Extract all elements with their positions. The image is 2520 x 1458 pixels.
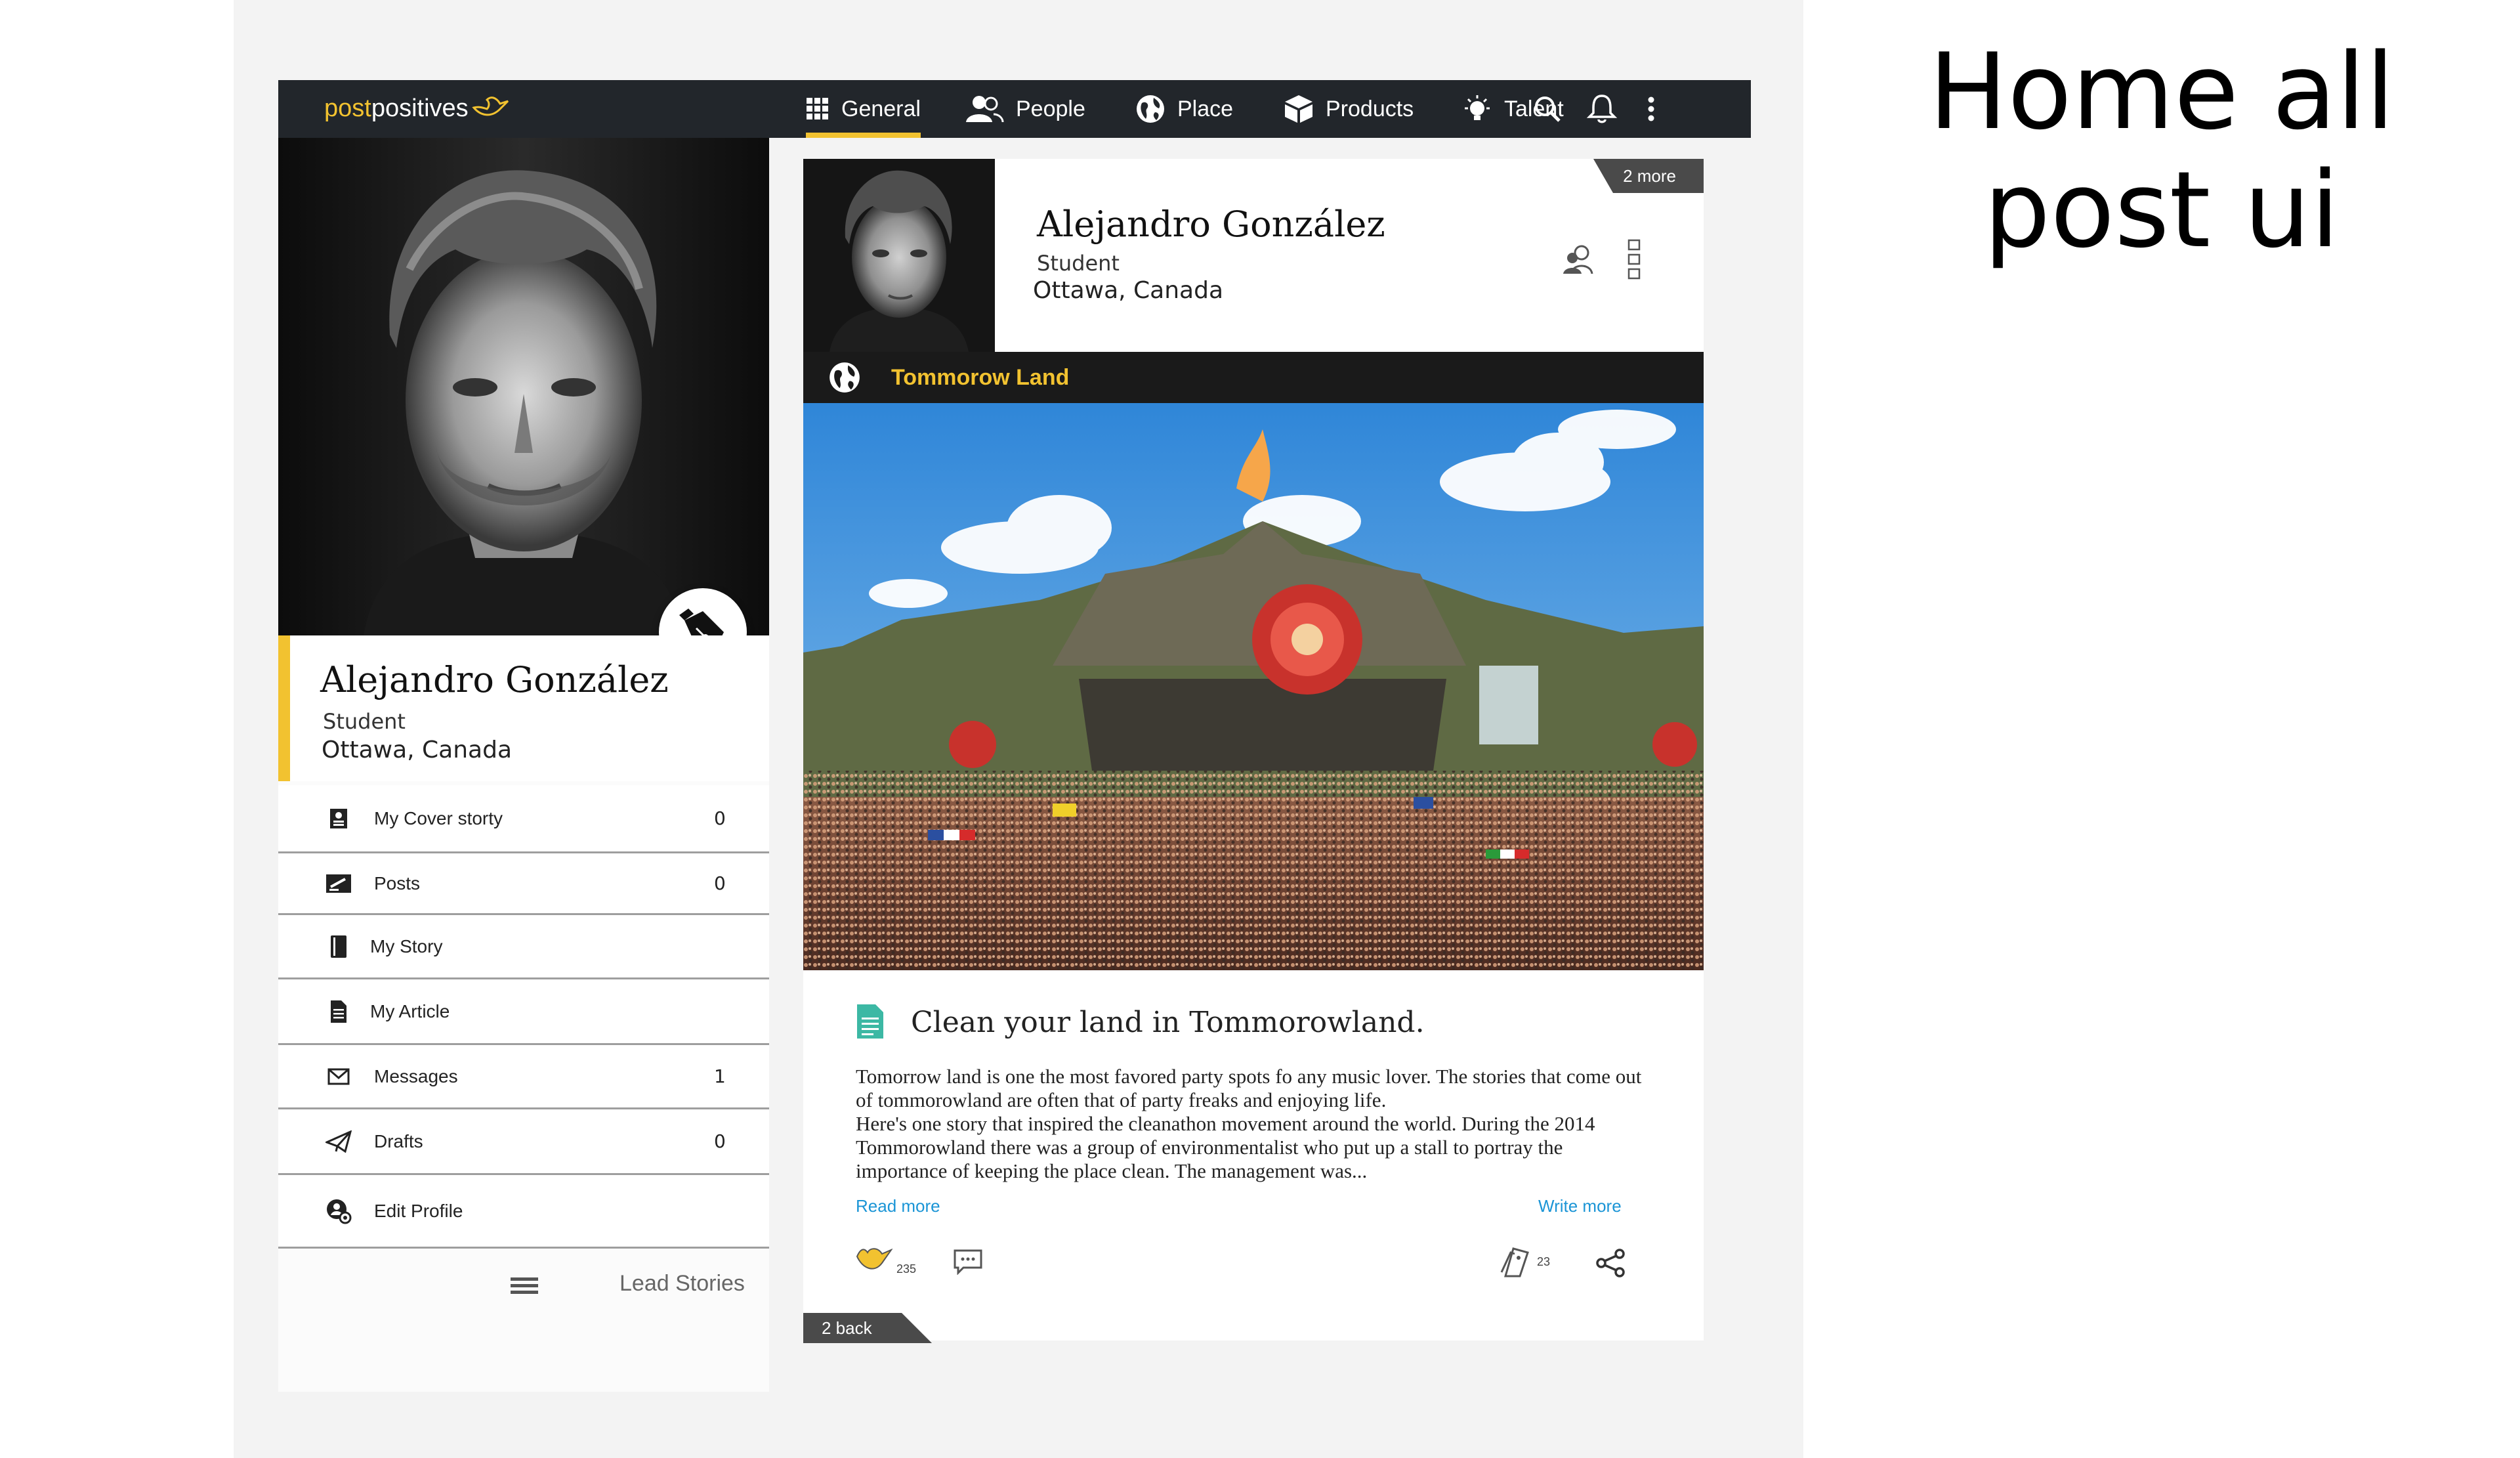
- globe-icon: [1135, 94, 1166, 124]
- box-icon: [1284, 94, 1314, 124]
- nav-tab-label: Products: [1326, 96, 1414, 121]
- read-more-link[interactable]: Read more: [856, 1196, 940, 1216]
- portrait-image: [278, 138, 769, 635]
- profile-cover-photo: [278, 138, 769, 635]
- author-avatar[interactable]: [803, 159, 995, 352]
- article-icon: [856, 1003, 885, 1042]
- nav-tab-label: Place: [1177, 96, 1234, 121]
- nav-tab-products[interactable]: Products: [1284, 80, 1414, 138]
- logo-text-part2: positives: [371, 94, 469, 122]
- nav-tab-label: People: [1016, 96, 1085, 121]
- menu-item-count: 1: [714, 1065, 726, 1087]
- post-actions-bar: 235 23: [803, 1235, 1704, 1288]
- author-location: Ottawa, Canada: [1033, 277, 1224, 304]
- book-icon: [326, 933, 352, 960]
- author-role: Student: [1037, 251, 1120, 276]
- more-posts-tag[interactable]: 2 more: [1593, 159, 1704, 193]
- top-navigation-bar: post positives General People Place Produ…: [278, 80, 1751, 138]
- menu-item-label: Posts: [374, 872, 421, 893]
- app-logo[interactable]: post positives: [324, 93, 511, 123]
- accent-bar: [278, 635, 290, 781]
- document-icon: [326, 998, 352, 1025]
- lead-stories-button[interactable]: Lead Stories: [278, 1260, 769, 1313]
- repost-icon: [1500, 1247, 1529, 1277]
- lightbulb-icon: [1462, 94, 1492, 124]
- follow-user-icon[interactable]: [1562, 244, 1597, 275]
- nav-tab-place[interactable]: Place: [1135, 80, 1233, 138]
- repost-count: 23: [1537, 1254, 1551, 1268]
- menu-item-label: Edit Profile: [374, 1200, 463, 1221]
- nav-tab-general[interactable]: General: [806, 80, 921, 138]
- profile-role: Student: [323, 709, 406, 734]
- globe-icon: [828, 361, 861, 397]
- write-more-link[interactable]: Write more: [1538, 1196, 1622, 1216]
- profile-location: Ottawa, Canada: [322, 737, 513, 763]
- post-body: Tomorrow land is one the most favored pa…: [856, 1065, 1642, 1182]
- nav-tab-label: General: [841, 96, 921, 121]
- author-portrait-image: [803, 159, 995, 352]
- people-icon: [965, 95, 1004, 123]
- options-icon[interactable]: [1628, 239, 1641, 280]
- profile-sidebar: Alejandro González Student Ottawa, Canad…: [278, 138, 769, 1392]
- menu-item-label: My Story: [370, 935, 443, 956]
- menu-item-label: Drafts: [374, 1130, 423, 1151]
- like-button[interactable]: 235: [856, 1245, 916, 1276]
- post-hero-image[interactable]: [803, 403, 1704, 970]
- repost-button[interactable]: 23: [1499, 1246, 1550, 1277]
- search-icon[interactable]: [1533, 95, 1562, 123]
- menu-item-count: 0: [714, 807, 726, 829]
- menu-item-label: My Cover storty: [374, 807, 503, 828]
- festival-stage-image: [803, 403, 1704, 970]
- menu-item-cover-story[interactable]: My Cover storty 0: [278, 785, 769, 853]
- menu-item-label: Messages: [374, 1065, 458, 1086]
- menu-item-count: 0: [714, 872, 726, 894]
- post-card: Alejandro González Student Ottawa, Canad…: [803, 159, 1704, 1343]
- menu-item-messages[interactable]: Messages 1: [278, 1045, 769, 1109]
- back-posts-tag[interactable]: 2 back: [803, 1313, 932, 1343]
- posts-icon: [326, 870, 352, 897]
- post-title[interactable]: Clean your land in Tommorowland.: [911, 1006, 1425, 1039]
- menu-item-posts[interactable]: Posts 0: [278, 853, 769, 915]
- dove-like-icon: [856, 1248, 892, 1270]
- profile-menu: My Cover storty 0 Posts 0 My Story My Ar…: [278, 785, 769, 1249]
- more-vertical-icon[interactable]: [1647, 96, 1655, 122]
- cover-story-icon: [326, 805, 352, 832]
- hamburger-icon: [511, 1277, 538, 1297]
- menu-item-drafts[interactable]: Drafts 0: [278, 1109, 769, 1175]
- bell-icon[interactable]: [1586, 93, 1618, 125]
- logo-text-part1: post: [324, 94, 371, 122]
- share-button[interactable]: [1595, 1249, 1626, 1277]
- like-count: 235: [896, 1262, 917, 1276]
- profile-name: Alejandro González: [320, 659, 669, 700]
- grid-icon: [806, 97, 830, 121]
- menu-item-my-article[interactable]: My Article: [278, 979, 769, 1045]
- menu-item-my-story[interactable]: My Story: [278, 915, 769, 979]
- comment-icon: [954, 1249, 982, 1275]
- author-actions: [1562, 239, 1641, 280]
- envelope-icon: [326, 1063, 352, 1090]
- nav-tab-people[interactable]: People: [965, 80, 1085, 138]
- place-name: Tommorow Land: [891, 365, 1070, 390]
- share-icon: [1596, 1249, 1625, 1277]
- comment-button[interactable]: [953, 1249, 983, 1275]
- page-heading: Home all post ui: [1928, 30, 2395, 271]
- dove-icon: [471, 96, 509, 116]
- lead-stories-label: Lead Stories: [620, 1271, 745, 1296]
- user-settings-icon: [326, 1198, 352, 1224]
- place-bar[interactable]: Tommorow Land: [803, 352, 1704, 403]
- nav-right-actions: [1533, 80, 1655, 138]
- author-name[interactable]: Alejandro González: [1037, 204, 1385, 245]
- menu-item-edit-profile[interactable]: Edit Profile: [278, 1175, 769, 1249]
- menu-item-count: 0: [714, 1130, 726, 1152]
- paper-plane-icon: [326, 1128, 352, 1155]
- profile-info-card: Alejandro González Student Ottawa, Canad…: [278, 635, 769, 781]
- menu-item-label: My Article: [370, 1000, 450, 1021]
